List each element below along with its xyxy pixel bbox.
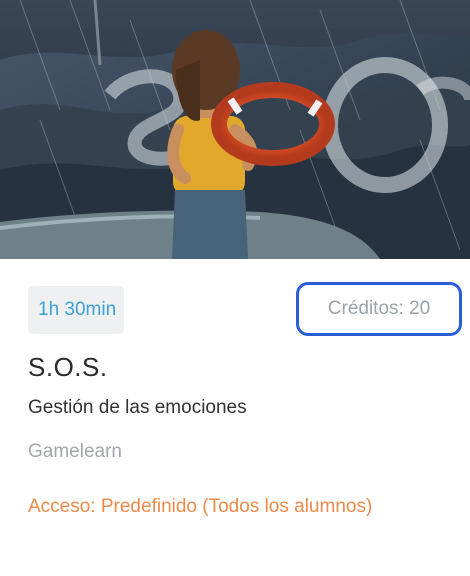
duration-badge: 1h 30min: [28, 286, 124, 334]
course-subtitle: Gestión de las emociones: [28, 397, 247, 418]
course-card[interactable]: 1h 30min Créditos: 20 S.O.S. Gestión de …: [0, 0, 470, 576]
course-provider: Gamelearn: [28, 441, 122, 462]
course-meta-row: 1h 30min Créditos: 20: [28, 282, 462, 336]
cover-illustration: [0, 0, 470, 259]
course-cover-image[interactable]: [0, 0, 470, 259]
course-title[interactable]: S.O.S.: [28, 352, 108, 383]
access-status: Acceso: Predefinido (Todos los alumnos): [28, 496, 373, 517]
credits-badge: Créditos: 20: [296, 282, 462, 336]
